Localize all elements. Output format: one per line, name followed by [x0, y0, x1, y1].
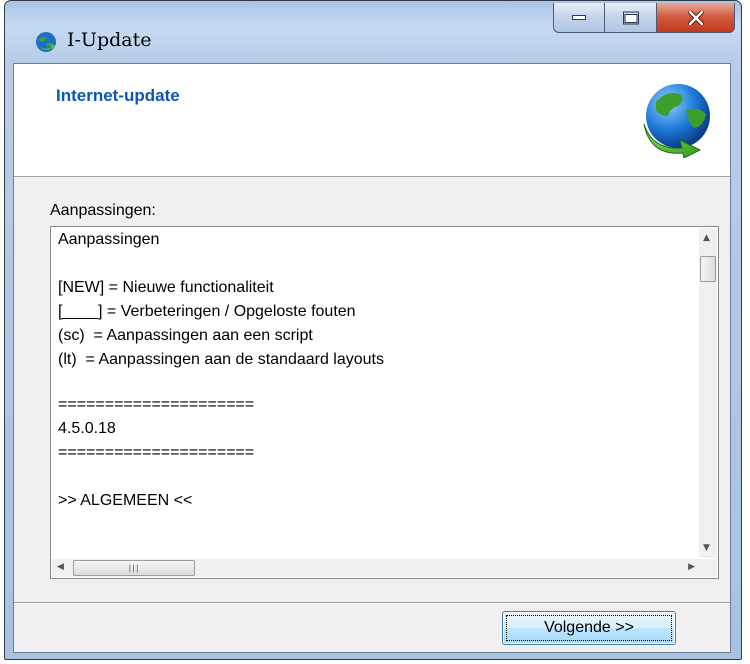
maximize-button[interactable]: [605, 3, 657, 33]
separator-line: [14, 602, 730, 604]
horizontal-scrollbar[interactable]: ◀ ||| ▶: [52, 559, 700, 577]
next-button[interactable]: Volgende >>: [502, 611, 676, 645]
close-icon: [687, 10, 704, 25]
close-button[interactable]: [657, 3, 735, 33]
scroll-down-icon[interactable]: ▼: [703, 543, 710, 553]
grip-icon: |||: [128, 563, 140, 573]
changes-line: (lt) = Aanpassingen aan de standaard lay…: [58, 351, 384, 368]
scroll-up-icon[interactable]: ▲: [703, 233, 710, 243]
header-title: Internet-update: [56, 86, 180, 105]
vertical-scroll-thumb[interactable]: [700, 256, 716, 282]
app-window: I-Update Internet-update Aanpassingen: A…: [4, 0, 742, 660]
changes-textbox[interactable]: Aanpassingen [NEW] = Nieuwe functionalit…: [50, 226, 719, 579]
caption-buttons: [553, 3, 735, 33]
changes-line: Aanpassingen: [58, 231, 160, 248]
header-panel: Internet-update: [14, 64, 730, 177]
changes-line: [____] = Verbeteringen / Opgeloste foute…: [58, 303, 356, 320]
changes-text[interactable]: Aanpassingen [NEW] = Nieuwe functionalit…: [52, 228, 700, 558]
title-bar[interactable]: I-Update: [5, 1, 741, 63]
changes-line: 4.5.0.18: [58, 420, 116, 437]
changes-label: Aanpassingen:: [50, 202, 156, 219]
next-button-label: Volgende >>: [544, 619, 634, 636]
scroll-left-icon[interactable]: ◀: [57, 562, 64, 572]
minimize-icon: [572, 14, 586, 20]
changes-line: =====================: [58, 396, 255, 413]
changes-line: (sc) = Aanpassingen aan een script: [58, 327, 313, 344]
window-title: I-Update: [67, 29, 152, 51]
changes-line: >> ALGEMEEN <<: [58, 492, 193, 509]
dialog-client-area: Internet-update Aanpassingen: Aanpassing…: [13, 63, 731, 653]
app-globe-icon: [36, 32, 56, 52]
minimize-button[interactable]: [553, 3, 605, 33]
scroll-right-icon[interactable]: ▶: [688, 562, 695, 572]
changes-line: =====================: [58, 444, 255, 461]
maximize-icon: [622, 11, 639, 24]
scrollbar-corner: [699, 559, 717, 577]
vertical-scrollbar[interactable]: ▲ ▼: [699, 228, 717, 558]
horizontal-scroll-thumb[interactable]: |||: [73, 560, 195, 576]
globe-arrow-icon: [643, 84, 710, 158]
changes-line: [NEW] = Nieuwe functionaliteit: [58, 279, 274, 296]
